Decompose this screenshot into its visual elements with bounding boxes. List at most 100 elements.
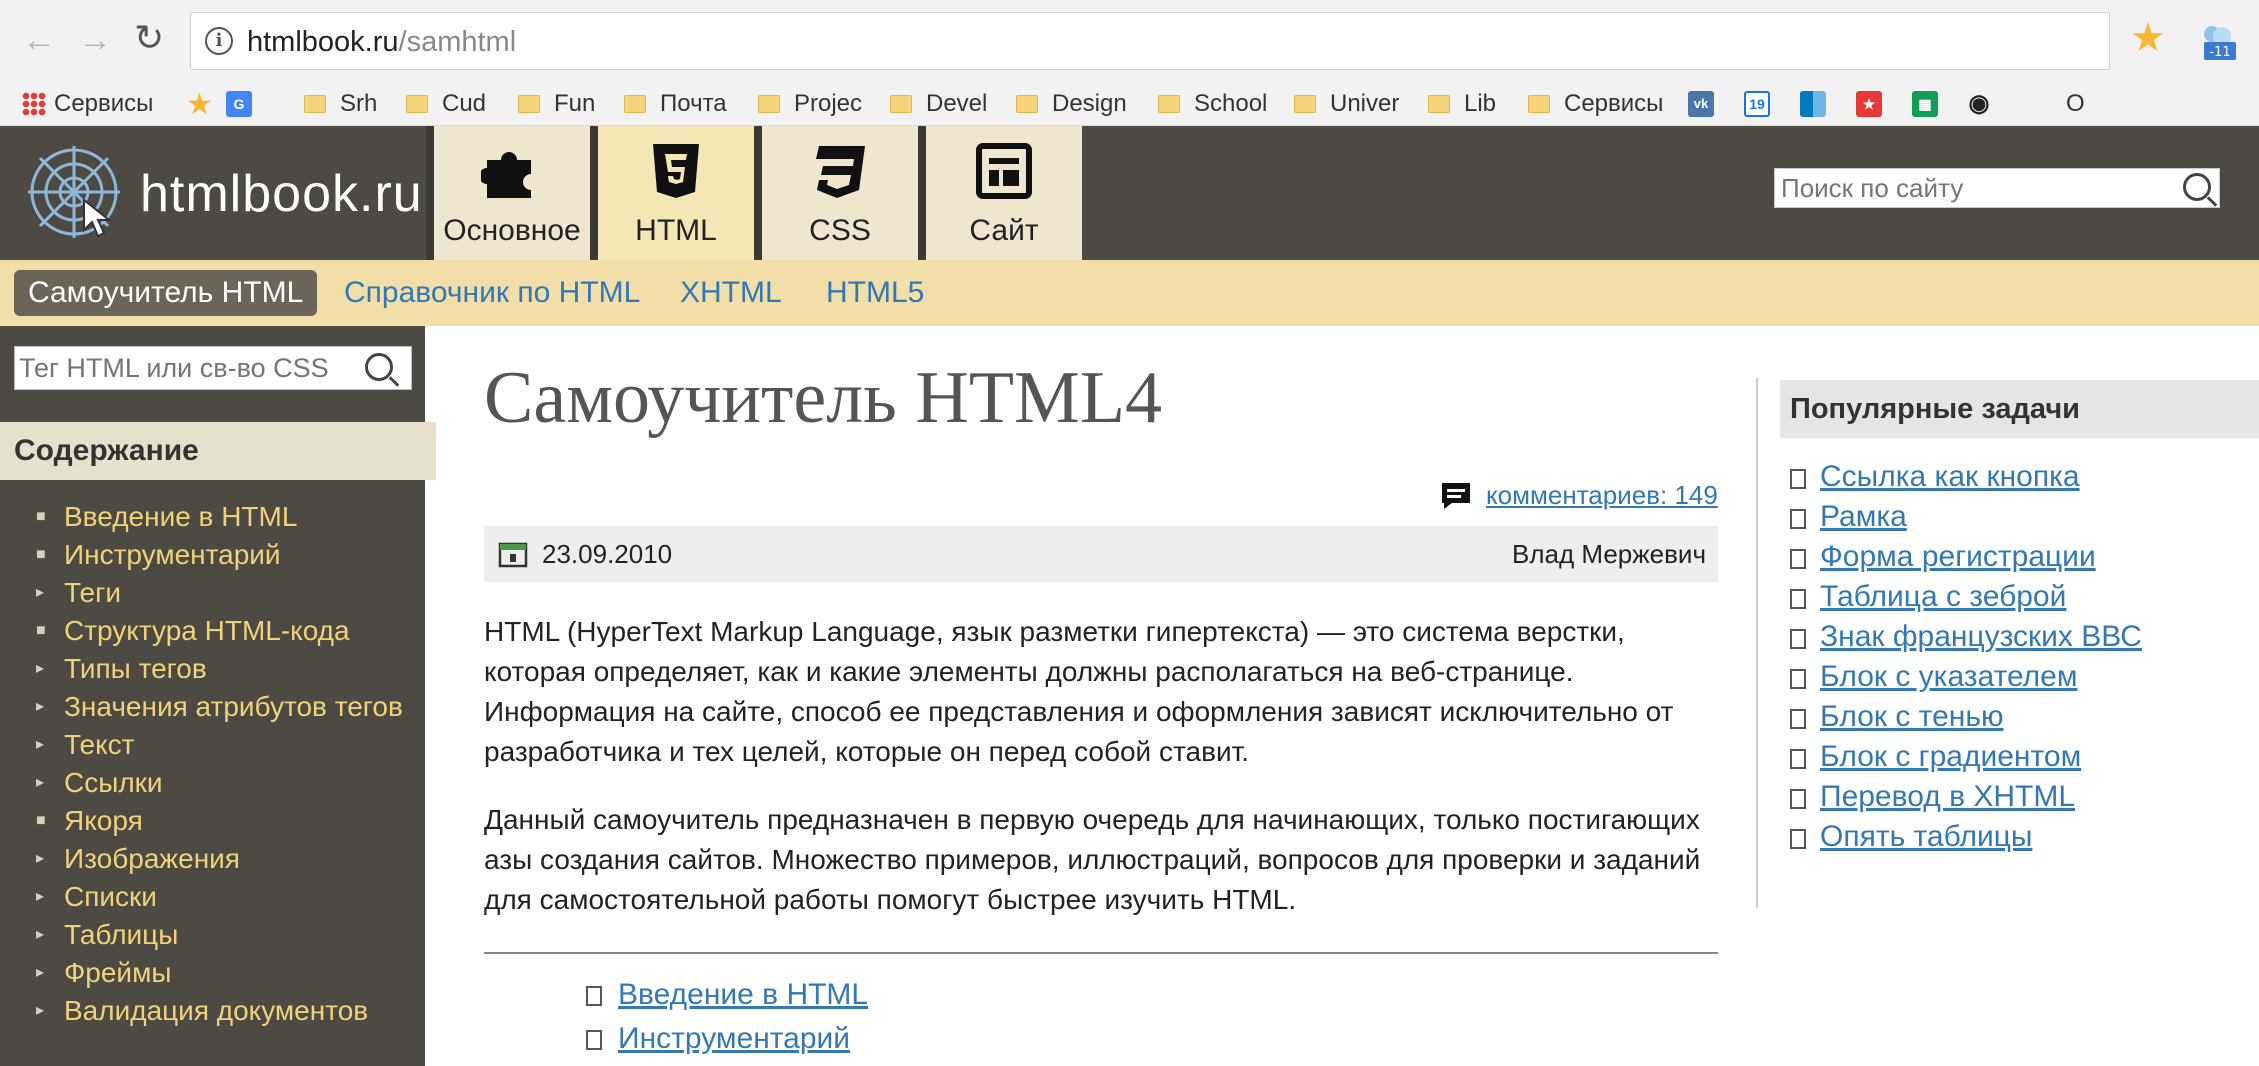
- contents-item[interactable]: ■ Введение в HTML: [0, 498, 425, 536]
- bookmark-label: Сервисы: [54, 90, 154, 117]
- tab-main[interactable]: Основное: [426, 126, 590, 260]
- bookmark-github[interactable]: ◉: [1966, 82, 1992, 126]
- spiderweb-logo-icon[interactable]: [22, 140, 126, 244]
- popular-task-link[interactable]: Таблица с зеброй: [1820, 580, 2066, 613]
- author-name: Влад Мержевич: [1512, 539, 1706, 569]
- popular-tasks-list: Ссылка как кнопка Рамка Форма регистраци…: [1790, 460, 2142, 860]
- contents-item[interactable]: ▸ Ссылки: [0, 764, 425, 802]
- subnav-link-reference[interactable]: Справочник по HTML: [344, 276, 640, 310]
- bookmark-folder-projec[interactable]: Projec: [758, 82, 862, 126]
- subnav-link-xhtml[interactable]: XHTML: [680, 276, 782, 310]
- contents-item[interactable]: ▸ Валидация документов: [0, 992, 425, 1030]
- chapter-link-item: Инструментарий: [586, 1022, 868, 1066]
- popular-task-link[interactable]: Ссылка как кнопка: [1820, 460, 2080, 493]
- document-icon: [1790, 669, 1806, 689]
- bookmark-trello[interactable]: [1800, 82, 1826, 126]
- bookmark-vk[interactable]: vk: [1688, 82, 1714, 126]
- bookmark-folder-mail[interactable]: Почта: [624, 82, 727, 126]
- tab-html[interactable]: HTML: [590, 126, 754, 260]
- bullet-icon: ▸: [36, 660, 45, 677]
- contents-item[interactable]: ■ Инструментарий: [0, 536, 425, 574]
- subnav-active-tutorial[interactable]: Самоучитель HTML: [14, 270, 318, 316]
- contents-item-label: Введение в HTML: [64, 501, 298, 532]
- bookmark-folder-design[interactable]: Design: [1016, 82, 1127, 126]
- reload-icon[interactable]: ↻: [134, 18, 164, 58]
- popular-task-link[interactable]: Знак французских ВВС: [1820, 620, 2142, 653]
- tab-label: Сайт: [969, 214, 1039, 247]
- site-search-input[interactable]: [1775, 169, 2155, 207]
- contents-item[interactable]: ▸ Таблицы: [0, 916, 425, 954]
- search-icon[interactable]: [2183, 173, 2211, 201]
- chapter-link[interactable]: Введение в HTML: [618, 978, 868, 1011]
- bookmark-red[interactable]: ★: [1856, 82, 1882, 126]
- folder-icon: [518, 95, 540, 113]
- contents-item[interactable]: ■ Якоря: [0, 802, 425, 840]
- folder-icon: [1158, 95, 1180, 113]
- bookmark-apps[interactable]: Сервисы: [22, 82, 153, 126]
- document-icon: [1790, 829, 1806, 849]
- bookmark-sheets[interactable]: ▦: [1912, 82, 1938, 126]
- contents-item[interactable]: ▸ Изображения: [0, 840, 425, 878]
- bookmark-folder-school[interactable]: School: [1158, 82, 1267, 126]
- bookmark-folder-srh[interactable]: Srh: [304, 82, 377, 126]
- popular-tasks-heading: Популярные задачи: [1780, 380, 2259, 438]
- site-logo-text[interactable]: htmlbook.ru: [140, 164, 423, 224]
- search-icon[interactable]: [365, 353, 393, 381]
- bookmark-trailing[interactable]: О: [2066, 82, 2085, 126]
- bookmark-star-icon[interactable]: ★: [2130, 16, 2166, 60]
- tab-css[interactable]: CSS: [754, 126, 918, 260]
- comments-block[interactable]: комментариев: 149: [1440, 480, 1718, 511]
- bookmark-calendar[interactable]: 19: [1744, 82, 1770, 126]
- tab-site[interactable]: Сайт: [918, 126, 1082, 260]
- folder-icon: [1428, 95, 1450, 113]
- subnav-link-html5[interactable]: HTML5: [826, 276, 924, 310]
- popular-task-link[interactable]: Блок с указателем: [1820, 660, 2078, 693]
- comments-count-link[interactable]: комментариев: 149: [1486, 480, 1718, 511]
- popular-task-link[interactable]: Рамка: [1820, 500, 1907, 533]
- contents-item[interactable]: ▸ Теги: [0, 574, 425, 612]
- contents-item[interactable]: ▸ Типы тегов: [0, 650, 425, 688]
- tab-label: CSS: [809, 214, 871, 247]
- trello-icon: [1800, 91, 1826, 117]
- vk-icon: vk: [1688, 91, 1714, 117]
- tag-search-input[interactable]: [15, 347, 345, 389]
- bookmark-folder-services[interactable]: Сервисы: [1528, 82, 1663, 126]
- url-text[interactable]: htmlbook.ru/samhtml: [247, 26, 516, 59]
- bookmark-starred[interactable]: ★: [186, 82, 213, 126]
- bookmark-label: Devel: [926, 90, 988, 117]
- bookmark-folder-lib[interactable]: Lib: [1428, 82, 1496, 126]
- chapter-link[interactable]: Инструментарий: [618, 1022, 850, 1055]
- info-icon[interactable]: i: [205, 27, 233, 55]
- bookmark-translate[interactable]: G: [226, 82, 252, 126]
- back-arrow-icon[interactable]: ←: [22, 20, 56, 60]
- address-bar[interactable]: i htmlbook.ru/samhtml: [190, 12, 2110, 70]
- forward-arrow-icon[interactable]: →: [78, 20, 112, 60]
- contents-item[interactable]: ■ Структура HTML-кода: [0, 612, 425, 650]
- bookmark-folder-cud[interactable]: Cud: [406, 82, 486, 126]
- popular-task-link[interactable]: Опять таблицы: [1820, 820, 2032, 853]
- popular-task-link[interactable]: Блок с тенью: [1820, 700, 2003, 733]
- contents-item-label: Теги: [64, 577, 121, 608]
- contents-item-label: Типы тегов: [64, 653, 207, 684]
- weather-extension-icon[interactable]: -11: [2196, 22, 2238, 62]
- calendar-icon: [498, 542, 528, 568]
- bookmark-folder-devel[interactable]: Devel: [890, 82, 987, 126]
- sheets-icon: ▦: [1912, 91, 1938, 117]
- contents-item-label: Структура HTML-кода: [64, 615, 350, 646]
- site-search-box: [1774, 168, 2220, 208]
- popular-task-link[interactable]: Форма регистрации: [1820, 540, 2096, 573]
- contents-item[interactable]: ▸ Списки: [0, 878, 425, 916]
- bookmark-label: Lib: [1464, 90, 1497, 117]
- bookmark-folder-univer[interactable]: Univer: [1294, 82, 1399, 126]
- popular-task-link[interactable]: Блок с градиентом: [1820, 740, 2081, 773]
- popular-task-item: Блок с указателем: [1790, 660, 2142, 700]
- bookmark-label: Srh: [340, 90, 378, 117]
- bookmark-label: Cud: [442, 90, 487, 117]
- popular-task-link[interactable]: Перевод в XHTML: [1820, 780, 2075, 813]
- contents-item[interactable]: ▸ Значения атрибутов тегов: [0, 688, 425, 726]
- bookmark-folder-fun[interactable]: Fun: [518, 82, 595, 126]
- contents-item[interactable]: ▸ Текст: [0, 726, 425, 764]
- popular-task-item: Форма регистрации: [1790, 540, 2142, 580]
- contents-item-label: Изображения: [64, 843, 240, 874]
- contents-item[interactable]: ▸ Фреймы: [0, 954, 425, 992]
